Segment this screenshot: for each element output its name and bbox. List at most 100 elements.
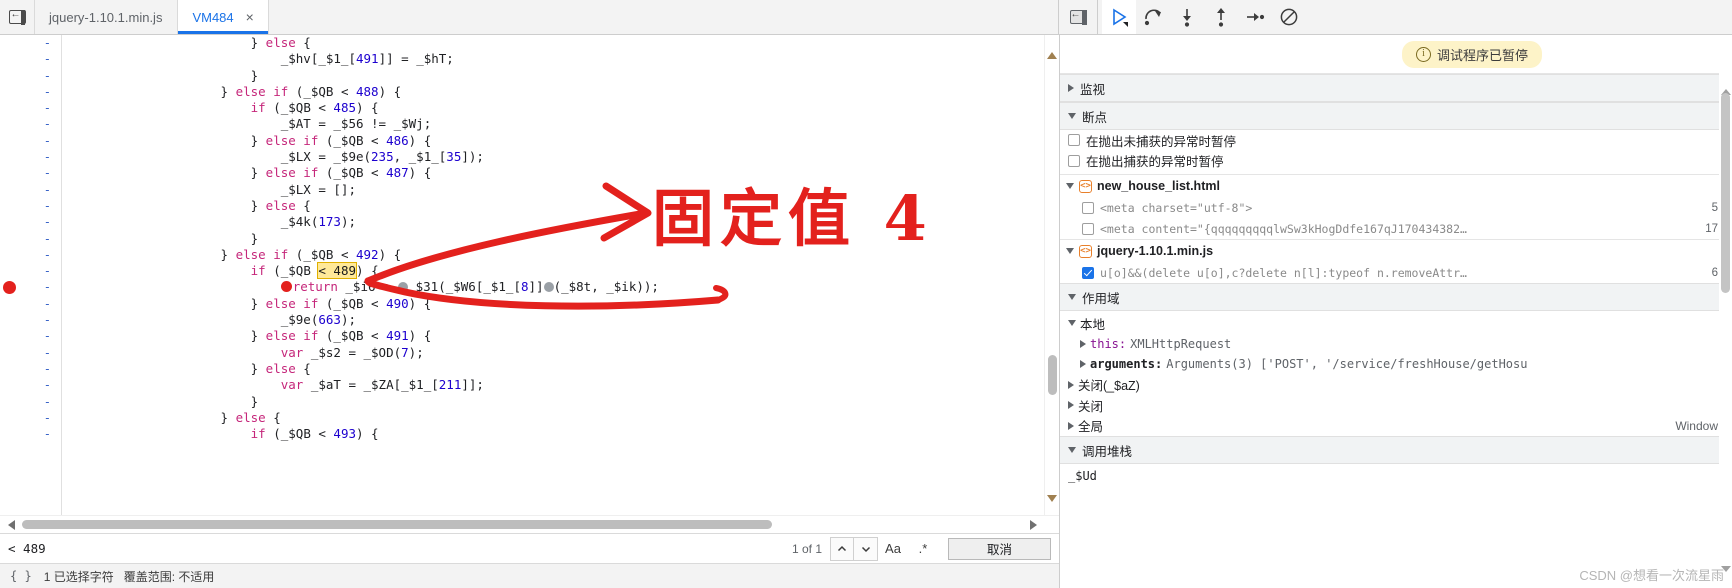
- checkbox[interactable]: [1082, 266, 1094, 279]
- code-line[interactable]: var _$s2 = _$OD(7);: [70, 345, 1059, 361]
- code-horizontal-scrollbar[interactable]: [0, 515, 1059, 533]
- paused-banner: i 调试程序已暂停: [1401, 41, 1542, 68]
- code-line[interactable]: if (_$QB < 493) {: [70, 426, 1059, 442]
- scroll-up-icon[interactable]: [1720, 75, 1731, 95]
- code-line[interactable]: }: [70, 394, 1059, 410]
- step-over-button[interactable]: [1136, 0, 1170, 34]
- search-next-button[interactable]: [854, 536, 878, 561]
- code-text[interactable]: } else { _$hv[_$1_[491]] = _$hT; } } els…: [62, 35, 1059, 515]
- breakpoint-file-new-house-list[interactable]: <> new_house_list.html: [1060, 175, 1732, 197]
- code-line[interactable]: _$AT = _$56 != _$Wj;: [70, 116, 1059, 132]
- code-token: 492: [356, 246, 379, 262]
- checkbox[interactable]: [1082, 201, 1094, 214]
- code-token: (_$QB <: [288, 83, 356, 99]
- line-number: -: [43, 410, 51, 425]
- show-navigator-icon[interactable]: [1059, 8, 1097, 25]
- pause-on-caught-exceptions-row[interactable]: 在抛出捕获的异常时暂停: [1060, 151, 1732, 172]
- code-line[interactable]: } else {: [70, 361, 1059, 377]
- back-to-previous-icon[interactable]: [0, 0, 35, 34]
- scroll-up-icon[interactable]: [1047, 38, 1057, 59]
- scope-closure-az-row[interactable]: 关闭(_$aZ): [1060, 375, 1732, 396]
- tab-vm484[interactable]: VM484 ×: [177, 0, 269, 34]
- section-scope[interactable]: 作用域: [1060, 283, 1732, 311]
- scope-this-row[interactable]: this: XMLHttpRequest: [1060, 334, 1732, 355]
- line-number: -: [43, 329, 51, 344]
- scrollbar-thumb[interactable]: [1721, 93, 1730, 293]
- call-stack-frame[interactable]: _$Ud: [1060, 466, 1732, 487]
- code-token: );: [340, 312, 356, 328]
- pause-on-uncaught-exceptions-row[interactable]: 在抛出未捕获的异常时暂停: [1060, 130, 1732, 151]
- code-token: 173: [318, 214, 341, 230]
- code-line[interactable]: }: [70, 68, 1059, 84]
- step-into-button[interactable]: [1170, 0, 1204, 34]
- code-line[interactable]: } else if (_$QB < 486) {: [70, 133, 1059, 149]
- section-call-stack[interactable]: 调用堆栈: [1060, 436, 1732, 464]
- scroll-down-icon[interactable]: [1047, 495, 1057, 515]
- code-token: }: [70, 197, 266, 213]
- code-token: else if: [265, 132, 319, 148]
- breakpoint-gutter[interactable]: [0, 35, 20, 515]
- breakpoint-snippet: <meta content="{qqqqqqqqqlwSw3kHogDdfe16…: [1100, 221, 1467, 236]
- code-line[interactable]: } else if (_$QB < 490) {: [70, 296, 1059, 312]
- code-line[interactable]: _$LX = _$9e(235, _$1_[35]);: [70, 149, 1059, 165]
- scope-list: 本地 this: XMLHttpRequest arguments: Argum…: [1060, 311, 1732, 436]
- scroll-right-icon[interactable]: [1030, 520, 1037, 530]
- code-token: var: [280, 344, 304, 360]
- scope-label: 全局: [1078, 420, 1104, 435]
- checkbox[interactable]: [1082, 222, 1094, 235]
- breakpoint-item[interactable]: <meta content="{qqqqqqqqqlwSw3kHogDdfe16…: [1060, 218, 1732, 239]
- cancel-button[interactable]: 取消: [948, 537, 1051, 560]
- code-line[interactable]: if (_$QB < 489) {: [70, 262, 1059, 280]
- code-line[interactable]: } else {: [70, 35, 1059, 51]
- scroll-left-icon[interactable]: [8, 520, 15, 530]
- code-token: {: [295, 35, 311, 50]
- line-number: -: [43, 231, 51, 246]
- code-line[interactable]: } else if (_$QB < 488) {: [70, 84, 1059, 100]
- step-out-button[interactable]: [1204, 0, 1238, 34]
- code-token: _$AT = _$56 != _$Wj;: [70, 116, 432, 132]
- checkbox[interactable]: [1068, 134, 1080, 147]
- regex-button[interactable]: .*: [908, 541, 938, 556]
- hscrollbar-thumb[interactable]: [22, 520, 772, 529]
- coverage-status: 覆盖范围: 不适用: [123, 569, 215, 584]
- search-previous-button[interactable]: [830, 536, 854, 561]
- inline-breakpoint-icon[interactable]: [280, 281, 292, 293]
- checkbox[interactable]: [1068, 154, 1080, 167]
- code-viewport[interactable]: ------------------------- } else { _$hv[…: [0, 35, 1059, 515]
- code-line[interactable]: var _$aT = _$ZA[_$1_[211]];: [70, 377, 1059, 393]
- pretty-print-icon[interactable]: { }: [8, 569, 34, 583]
- close-icon[interactable]: ×: [246, 10, 254, 24]
- scope-local-group[interactable]: 本地: [1060, 313, 1732, 334]
- scrollbar-thumb[interactable]: [1048, 355, 1057, 395]
- scope-global-row[interactable]: 全局 Window: [1060, 416, 1732, 437]
- breakpoint-item[interactable]: <meta charset="utf-8"> 5: [1060, 197, 1732, 218]
- line-number: -: [43, 68, 51, 83]
- code-line[interactable]: _$9e(663);: [70, 312, 1059, 328]
- section-breakpoints[interactable]: 断点: [1060, 102, 1732, 130]
- sidebar-vertical-scrollbar[interactable]: [1719, 73, 1732, 588]
- top-bar: jquery-1.10.1.min.js VM484 ×: [0, 0, 1732, 35]
- code-line[interactable]: } else if (_$QB < 491) {: [70, 328, 1059, 344]
- code-token: (_$QB <: [265, 426, 334, 442]
- breakpoint-marker-icon[interactable]: [3, 281, 16, 294]
- line-number: -: [43, 182, 51, 197]
- code-line[interactable]: if (_$QB < 485) {: [70, 100, 1059, 116]
- code-line[interactable]: _$hv[_$1_[491]] = _$hT;: [70, 51, 1059, 67]
- breakpoint-file-jquery[interactable]: <> jquery-1.10.1.min.js: [1060, 240, 1732, 262]
- code-token: }: [70, 246, 236, 262]
- deactivate-breakpoints-button[interactable]: [1272, 0, 1306, 34]
- step-button[interactable]: [1238, 0, 1272, 34]
- code-line[interactable]: } else {: [70, 410, 1059, 426]
- tab-jquery-file[interactable]: jquery-1.10.1.min.js: [35, 0, 177, 34]
- resume-script-execution-button[interactable]: [1102, 0, 1136, 34]
- section-watch[interactable]: 监视: [1060, 74, 1732, 102]
- match-case-button[interactable]: Aa: [878, 541, 908, 556]
- code-vertical-scrollbar[interactable]: [1044, 35, 1059, 515]
- deactivate-breakpoints-icon: [1280, 8, 1298, 26]
- search-input[interactable]: [8, 541, 792, 556]
- scope-closure-row[interactable]: 关闭: [1060, 395, 1732, 416]
- code-line[interactable]: return _$i6 + _$31(_$W6[_$1_[8]] (_$8t, _…: [70, 279, 1059, 295]
- breakpoint-item[interactable]: u[o]&&(delete u[o],c?delete n[l]:typeof …: [1060, 262, 1732, 283]
- scope-arguments-row[interactable]: arguments: Arguments(3) ['POST', '/servi…: [1060, 354, 1732, 375]
